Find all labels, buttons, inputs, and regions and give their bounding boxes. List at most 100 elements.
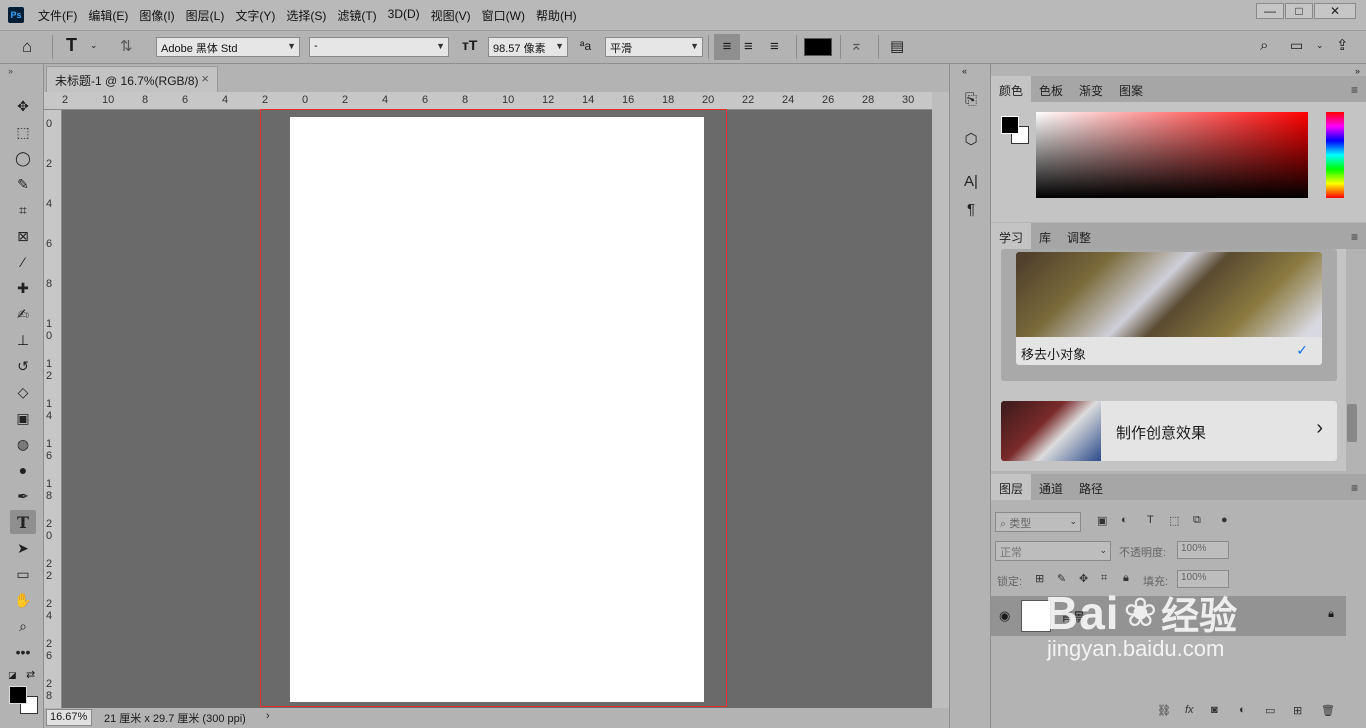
document-tab[interactable]: 未标题-1 @ 16.7%(RGB/8) × [46,66,218,92]
tab-patterns[interactable]: 图案 [1111,76,1151,102]
lock-position-icon[interactable]: ✥ [1079,572,1088,585]
panel-menu-icon[interactable]: ≡ [1351,481,1358,495]
character-panel-icon[interactable]: A| [958,170,984,192]
menu-3d[interactable]: 3D(D) [388,7,420,24]
menu-select[interactable]: 选择(S) [286,7,326,24]
lock-transparent-icon[interactable]: ⊞ [1035,572,1044,585]
hue-slider[interactable] [1326,112,1344,198]
panel-menu-icon[interactable]: ≡ [1351,83,1358,97]
type-tool-icon[interactable]: T [10,510,36,534]
menu-help[interactable]: 帮助(H) [536,7,577,24]
history-panel-icon[interactable]: ⎘ [958,88,984,110]
toggle-orientation-icon[interactable]: ⇅ [120,37,133,55]
delete-layer-icon[interactable]: 🗑︎ [1321,704,1335,717]
filter-pixel-icon[interactable]: ▣ [1097,514,1107,527]
dodge-tool-icon[interactable]: ● [10,458,36,482]
share-icon[interactable]: ⇪ [1336,36,1349,54]
font-family-select[interactable]: Adobe 黑体 Std ▼ [156,37,300,57]
pen-tool-icon[interactable]: ✒ [10,484,36,508]
group-icon[interactable]: ▭ [1265,704,1275,717]
text-color-swatch[interactable] [804,38,832,56]
brush-tool-icon[interactable]: ✍ [10,302,36,326]
menu-edit[interactable]: 编辑(E) [88,7,128,24]
tab-paths[interactable]: 路径 [1071,474,1111,500]
tab-adjustments[interactable]: 调整 [1059,223,1099,249]
crop-tool-icon[interactable]: ⌗ [10,198,36,222]
filter-toggle-icon[interactable]: ● [1221,514,1228,526]
gradient-tool-icon[interactable]: ▣ [10,406,36,430]
new-layer-icon[interactable]: ⊞ [1293,704,1302,717]
lasso-tool-icon[interactable]: ◯ [10,146,36,170]
filter-adjustment-icon[interactable]: ◐ [1121,514,1128,526]
marquee-tool-icon[interactable]: ⬚ [10,120,36,144]
quick-selection-tool-icon[interactable]: ✎ [10,172,36,196]
swap-colors-icon[interactable]: ⇄ [26,668,35,681]
tab-libraries[interactable]: 库 [1031,223,1059,249]
healing-brush-tool-icon[interactable]: ✚ [10,276,36,300]
filter-smart-object-icon[interactable]: ⧉ [1193,514,1201,527]
panel-menu-icon[interactable]: ≡ [1351,230,1358,244]
history-brush-tool-icon[interactable]: ↺ [10,354,36,378]
type-tool-preset-icon[interactable]: T [66,35,77,56]
menu-layer[interactable]: 图层(L) [186,7,225,24]
font-style-select[interactable]: - ▼ [309,37,449,57]
character-panel-icon[interactable]: ▤ [890,37,904,55]
blur-tool-icon[interactable]: ◍ [10,432,36,456]
menu-filter[interactable]: 滤镜(T) [337,7,376,24]
learn-card-remove-object[interactable]: 移去小对象 ✓ [1016,252,1322,365]
zoom-tool-icon[interactable]: ⌕ [10,614,36,638]
home-icon[interactable]: ⌂ [22,37,32,57]
hand-tool-icon[interactable]: ✋ [10,588,36,612]
menu-type[interactable]: 文字(Y) [235,7,275,24]
align-left-icon[interactable]: ≡ [714,34,740,60]
add-mask-icon[interactable]: ◙ [1211,704,1218,716]
tab-learn[interactable]: 学习 [991,223,1032,249]
collapse-icon[interactable]: » [1355,66,1360,76]
chevron-down-icon[interactable]: ⌄ [90,40,98,51]
blend-mode-select[interactable]: 正常 ⌄ [995,541,1111,561]
move-tool-icon[interactable]: ✥ [10,94,36,118]
fx-icon[interactable]: fx [1185,704,1194,716]
frame-tool-icon[interactable]: ⊠ [10,224,36,248]
align-center-icon[interactable]: ≡ [744,38,753,55]
menu-window[interactable]: 窗口(W) [482,7,525,24]
tab-layers[interactable]: 图层 [991,474,1032,500]
antialias-select[interactable]: 平滑 ▼ [605,37,703,57]
menu-view[interactable]: 视图(V) [431,7,471,24]
lock-artboard-icon[interactable]: ⌗ [1101,572,1107,585]
path-selection-tool-icon[interactable]: ➤ [10,536,36,560]
tab-channels[interactable]: 通道 [1031,474,1071,500]
menu-file[interactable]: 文件(F) [38,7,77,24]
collapse-icon[interactable]: « [962,66,967,76]
warp-text-icon[interactable]: ⌅ [850,36,863,54]
align-right-icon[interactable]: ≡ [770,38,779,55]
lock-image-icon[interactable]: ✎ [1057,572,1066,585]
lock-all-icon[interactable]: 🔒︎ [1123,572,1129,585]
menu-image[interactable]: 图像(I) [139,7,174,24]
filter-type-icon[interactable]: T [1147,514,1154,526]
foreground-color-swatch[interactable] [1001,116,1019,134]
tab-gradients[interactable]: 渐变 [1071,76,1111,102]
workspace-icon[interactable]: ▭ [1290,37,1303,54]
search-icon[interactable]: ⌕ [1260,37,1268,54]
eraser-tool-icon[interactable]: ◇ [10,380,36,404]
vertical-scrollbar[interactable] [932,92,949,708]
default-colors-icon[interactable]: ◪ [8,670,17,681]
chevron-down-icon[interactable]: ⌄ [1316,40,1324,51]
eye-icon[interactable]: ◉ [999,608,1010,624]
chevron-right-icon[interactable]: › [266,710,270,722]
foreground-color-swatch[interactable] [9,686,27,704]
zoom-input[interactable]: 16.67% [46,709,92,726]
tab-swatches[interactable]: 色板 [1031,76,1071,102]
filter-shape-icon[interactable]: ⬚ [1169,514,1179,527]
learn-scrollbar-thumb[interactable] [1347,404,1357,442]
tab-color[interactable]: 颜色 [991,76,1032,102]
color-picker-field[interactable] [1036,112,1308,198]
3d-panel-icon[interactable]: ⬡ [958,128,984,150]
adjustment-layer-icon[interactable]: ◐ [1239,704,1246,716]
learn-card-creative-effects[interactable]: 制作创意效果 › [1001,401,1337,461]
clone-stamp-tool-icon[interactable]: ⊥ [10,328,36,352]
link-layers-icon[interactable]: ⛓ [1157,704,1171,717]
font-size-input[interactable]: 98.57 像素 ▼ [488,37,568,57]
more-tools-icon[interactable]: ••• [10,640,36,664]
